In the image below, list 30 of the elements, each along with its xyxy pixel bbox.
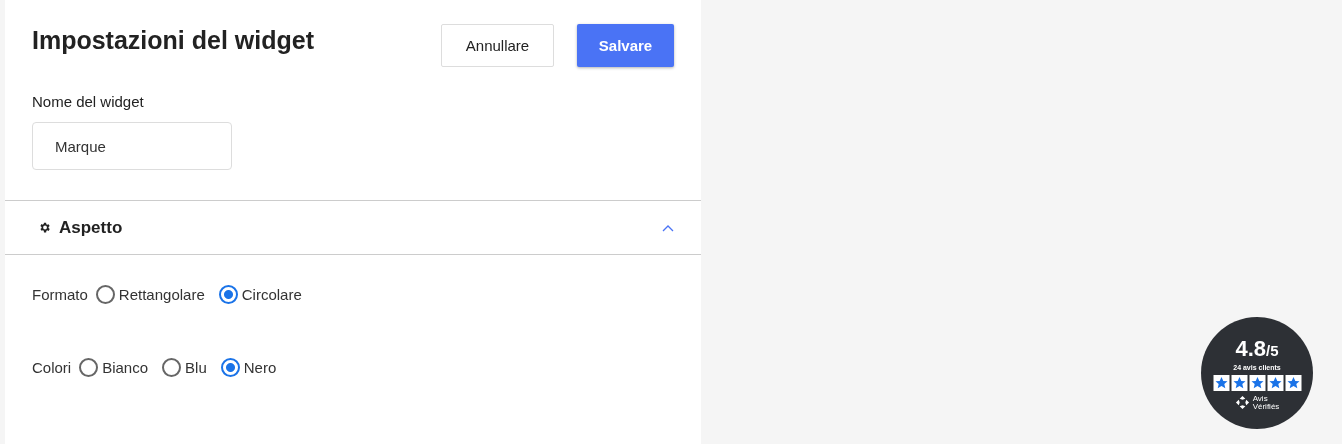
star-icon xyxy=(1248,374,1266,391)
option-label: Formato xyxy=(32,286,88,303)
radio-button[interactable] xyxy=(220,358,240,377)
brand-text: Vérifiés xyxy=(1252,402,1280,411)
radio-button[interactable] xyxy=(79,358,99,377)
radio-label: Nero xyxy=(243,359,277,376)
radio-button[interactable] xyxy=(218,285,238,304)
radio-label: Circolare xyxy=(241,286,302,303)
name-field[interactable]: Marque xyxy=(32,122,232,170)
radio-label: Blu xyxy=(185,359,207,376)
radio-button[interactable] xyxy=(95,285,115,304)
star-icon xyxy=(1212,374,1230,391)
rating-value: 4.8 xyxy=(1235,335,1267,362)
radio-button[interactable] xyxy=(162,358,182,377)
chevron-icon[interactable] xyxy=(662,223,674,232)
rating-scale: /5 xyxy=(1266,341,1279,359)
logo-icon xyxy=(1234,395,1250,410)
action-button[interactable]: Salvare xyxy=(577,24,674,67)
field-label: Nome del widget xyxy=(32,93,145,110)
section-title: Aspetto xyxy=(59,217,124,238)
brand-text: Avis xyxy=(1252,394,1269,403)
radio-label: Bianco xyxy=(102,359,149,376)
radio-label: Rettangolare xyxy=(118,286,205,303)
option-label: Colori xyxy=(32,359,72,376)
action-button[interactable]: Annullare xyxy=(441,24,554,67)
star-icon xyxy=(1266,374,1284,391)
gear-icon xyxy=(38,221,51,234)
page-title: Impostazioni del widget xyxy=(32,26,314,55)
star-icon xyxy=(1284,374,1302,391)
star-icon xyxy=(1230,374,1248,391)
